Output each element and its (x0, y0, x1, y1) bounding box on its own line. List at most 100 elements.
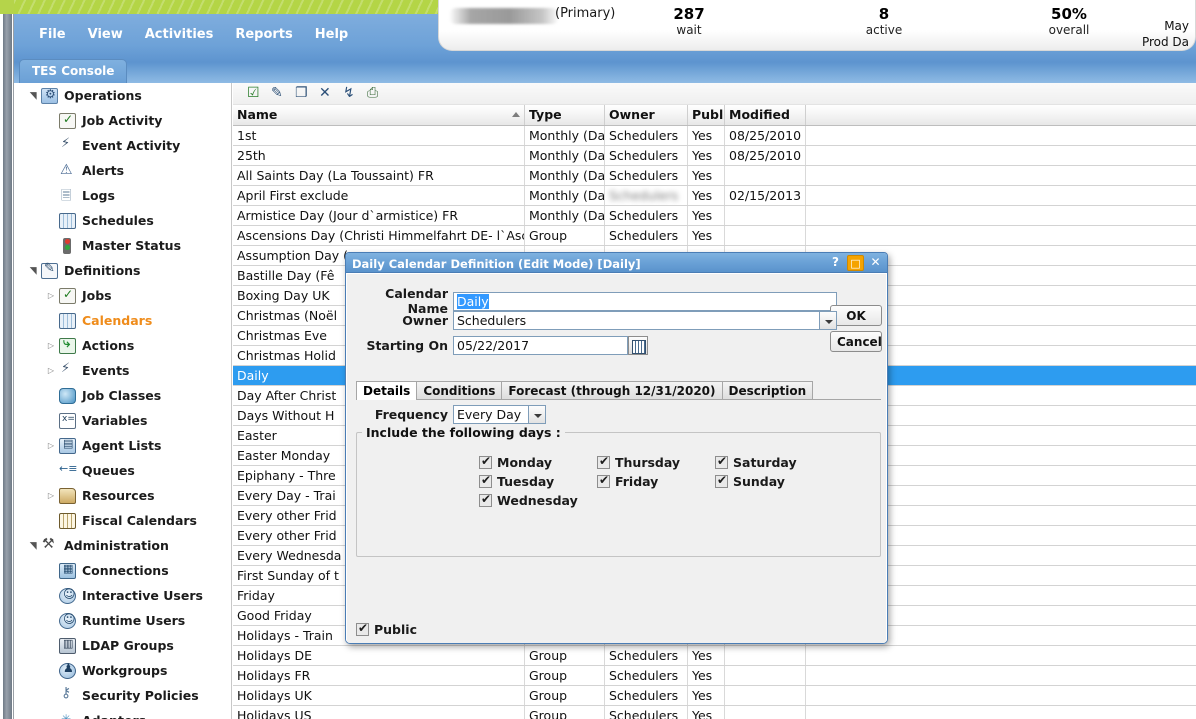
dialog-tab-details[interactable]: Details (356, 381, 418, 400)
table-row[interactable]: Armistice Day (Jour d`armistice) FR Month… (233, 206, 1196, 226)
table-row[interactable]: Holidays DE Group Schedulers Yes (233, 646, 1196, 666)
dialog-title-bar[interactable]: Daily Calendar Definition (Edit Mode) [D… (346, 253, 887, 273)
cell-modified (725, 706, 806, 719)
sidebar-item-fiscal-calendars[interactable]: Fiscal Calendars (14, 508, 231, 533)
checkbox-wednesday[interactable] (479, 492, 492, 507)
sidebar-item-label: Actions (82, 338, 135, 353)
cell-type: Monthly (Day (525, 186, 605, 205)
refresh-button[interactable]: ↯ (342, 85, 362, 103)
include-days-label: Include the following days : (362, 425, 565, 440)
sidebar-item-events[interactable]: Events (14, 358, 231, 383)
table-row[interactable]: Holidays FR Group Schedulers Yes (233, 666, 1196, 686)
checkbox-sunday[interactable] (715, 473, 728, 488)
add-calendar-button[interactable]: ☑ (246, 85, 266, 103)
menu-item-file[interactable]: File (28, 25, 77, 44)
public-checkbox[interactable] (356, 621, 369, 636)
frequency-combo[interactable]: Every Day (453, 405, 546, 424)
sidebar-item-event-activity[interactable]: Event Activity (14, 133, 231, 158)
sidebar-item-alerts[interactable]: Alerts (14, 158, 231, 183)
tree-twisty-closed-icon[interactable] (44, 441, 58, 451)
grid-column-header-modified[interactable]: Modified (725, 105, 806, 125)
dialog-tab-forecast[interactable]: Forecast (through 12/31/2020) (501, 381, 723, 400)
table-row[interactable]: Ascensions Day (Christi Himmelfahrt DE- … (233, 226, 1196, 246)
grid-column-header-public[interactable]: Public (688, 105, 725, 125)
frequency-dropdown-arrow-icon[interactable] (529, 405, 546, 424)
table-row[interactable]: Holidays UK Group Schedulers Yes (233, 686, 1196, 706)
cancel-button[interactable]: Cancel (830, 331, 882, 352)
sidebar-item-schedules[interactable]: Schedules (14, 208, 231, 233)
checkbox-thursday[interactable] (597, 454, 610, 469)
table-row[interactable]: April First exclude Monthly (Day Scheduler… (233, 186, 1196, 206)
grid-column-header-owner[interactable]: Owner (605, 105, 688, 125)
tree-twisty-open-icon[interactable] (26, 266, 40, 276)
tab-tes-console[interactable]: TES Console (19, 59, 128, 83)
sidebar-item-queues[interactable]: Queues (14, 458, 231, 483)
tree-twisty-closed-icon[interactable] (44, 291, 58, 301)
cell-public: Yes (688, 186, 725, 205)
checkbox-saturday[interactable] (715, 454, 728, 469)
sidebar-item-operations[interactable]: Operations (14, 83, 231, 108)
sidebar-item-job-classes[interactable]: Job Classes (14, 383, 231, 408)
grid-column-header-type[interactable]: Type (525, 105, 605, 125)
maximize-button[interactable] (847, 255, 864, 271)
starting-on-input[interactable]: 05/22/2017 (453, 336, 628, 355)
owner-label: Owner (402, 313, 448, 328)
sidebar-item-jobs[interactable]: Jobs (14, 283, 231, 308)
grid-column-header-blank[interactable] (806, 105, 1196, 125)
menu-item-help[interactable]: Help (304, 25, 359, 44)
owner-dropdown-arrow-icon[interactable] (820, 311, 837, 330)
owner-combo[interactable]: Schedulers (453, 311, 837, 330)
copy-calendar-button[interactable]: ❐ (294, 85, 314, 103)
frequency-value[interactable]: Every Day (453, 405, 529, 424)
dialog-tab-description[interactable]: Description (721, 381, 814, 400)
sidebar-item-resources[interactable]: Resources (14, 483, 231, 508)
checkbox-monday[interactable] (479, 454, 492, 469)
checkbox-tuesday[interactable] (479, 473, 492, 488)
table-row[interactable]: 25th Monthly (Day Schedulers Yes 08/25/2010 … (233, 146, 1196, 166)
sidebar-item-variables[interactable]: Variables (14, 408, 231, 433)
delete-calendar-button[interactable]: ✕ (318, 85, 338, 103)
sidebar-item-connections[interactable]: Connections (14, 558, 231, 583)
sidebar-item-definitions[interactable]: Definitions (14, 258, 231, 283)
edit-calendar-button[interactable]: ✎ (270, 85, 290, 103)
print-button[interactable]: ⎙ (366, 85, 386, 103)
sidebar-item-adapters[interactable]: Adapters (14, 708, 231, 719)
sidebar-item-actions[interactable]: Actions (14, 333, 231, 358)
table-row[interactable]: Holidays US Group Schedulers Yes (233, 706, 1196, 719)
sidebar-item-label: Interactive Users (82, 588, 203, 603)
job-activity-icon (58, 112, 78, 130)
sidebar-item-master-status[interactable]: Master Status (14, 233, 231, 258)
sidebar-item-logs[interactable]: Logs (14, 183, 231, 209)
checkbox-friday[interactable] (597, 473, 610, 488)
menu-item-reports[interactable]: Reports (224, 25, 303, 44)
sidebar-item-label: Administration (64, 538, 169, 553)
help-button[interactable]: ? (827, 255, 844, 271)
tree-twisty-open-icon[interactable] (26, 91, 40, 101)
dialog-tab-conditions[interactable]: Conditions (416, 381, 503, 400)
sidebar-item-ldap-groups[interactable]: LDAP Groups (14, 633, 231, 658)
sidebar-item-agent-lists[interactable]: Agent Lists (14, 433, 231, 458)
close-button[interactable]: ✕ (867, 255, 884, 271)
sidebar-item-calendars[interactable]: Calendars (14, 308, 231, 333)
table-row[interactable]: All Saints Day (La Toussaint) FR Monthly … (233, 166, 1196, 186)
sidebar-item-administration[interactable]: Administration (14, 533, 231, 558)
calendar-picker-icon[interactable] (628, 336, 648, 355)
owner-value[interactable]: Schedulers (453, 311, 820, 330)
menu-item-activities[interactable]: Activities (134, 25, 225, 44)
sidebar-item-security-policies[interactable]: Security Policies (14, 683, 231, 708)
sidebar-item-workgroups[interactable]: Workgroups (14, 658, 231, 683)
sidebar-item-job-activity[interactable]: Job Activity (14, 108, 231, 133)
tree-twisty-open-icon[interactable] (26, 541, 40, 551)
tree-twisty-closed-icon[interactable] (44, 341, 58, 351)
sidebar-item-label: Logs (82, 188, 115, 203)
sidebar-item-interactive-users[interactable]: Interactive Users (14, 583, 231, 608)
sidebar-item-runtime-users[interactable]: Runtime Users (14, 608, 231, 633)
menu-item-view[interactable]: View (77, 25, 134, 44)
calendar-name-input[interactable]: Daily (453, 291, 837, 311)
table-row[interactable]: 1st Monthly (Day Schedulers Yes 08/25/2010 1 (233, 126, 1196, 146)
grid-toolbar: ☑ ✎ ❐ ✕ ↯ ⎙ (233, 83, 1196, 105)
grid-column-header-name[interactable]: Name (233, 105, 525, 125)
sidebar-item-label: Events (82, 363, 130, 378)
tree-twisty-closed-icon[interactable] (44, 491, 58, 501)
tree-twisty-closed-icon[interactable] (44, 366, 58, 376)
